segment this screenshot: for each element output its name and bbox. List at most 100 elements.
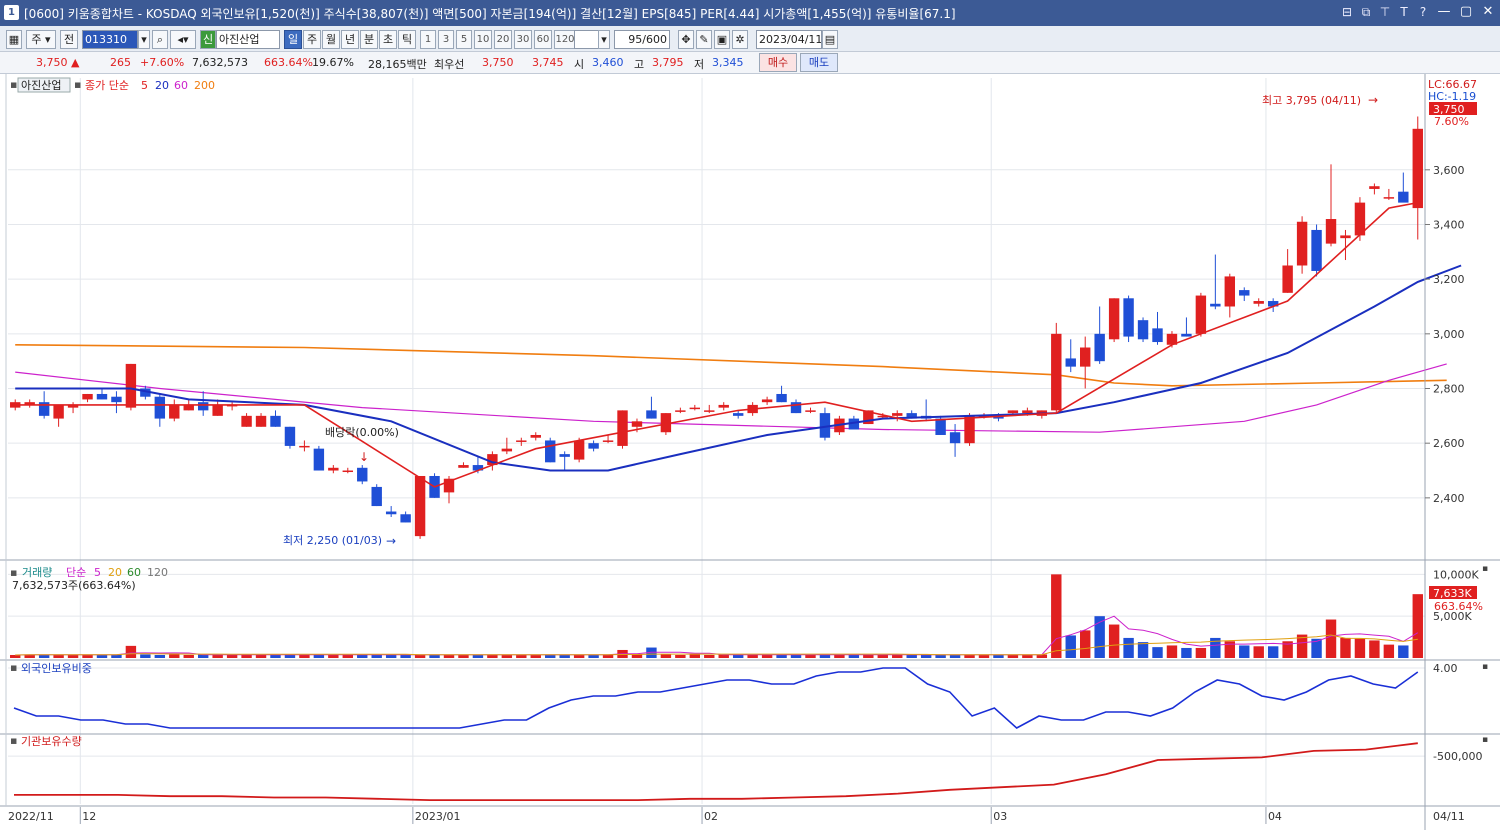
chevron-down-icon[interactable]: ▾ bbox=[138, 30, 150, 49]
candle-body-55 bbox=[805, 410, 816, 412]
save-icon[interactable]: ▣ bbox=[714, 30, 730, 49]
gear-icon[interactable]: ✲ bbox=[732, 30, 748, 49]
vol-ma5-legend[interactable]: 5 bbox=[94, 566, 101, 579]
layout-icon[interactable]: ▦ bbox=[6, 30, 22, 49]
text-icon[interactable]: T bbox=[1397, 3, 1411, 21]
unit-select[interactable]: 주 ▾ bbox=[26, 30, 56, 49]
volume-bar-62 bbox=[906, 654, 917, 658]
interval-button-20[interactable]: 20 bbox=[494, 30, 512, 49]
candle-body-91 bbox=[1325, 219, 1337, 244]
volume-bar-4 bbox=[67, 654, 79, 658]
interval-button-30[interactable]: 30 bbox=[514, 30, 532, 49]
calendar-icon[interactable]: ▤ bbox=[822, 30, 838, 49]
high-annotation: 최고 3,795 (04/11) bbox=[1262, 94, 1361, 107]
count-chevron-icon[interactable]: ▾ bbox=[598, 30, 610, 49]
period-button-6[interactable]: 틱 bbox=[398, 30, 416, 49]
chart-background bbox=[0, 74, 1500, 830]
window-icon[interactable]: ⧉ bbox=[1359, 3, 1373, 21]
institution-title[interactable]: 기관보유수량 bbox=[21, 735, 82, 748]
pane-max-icon-inst[interactable]: ▪ bbox=[1482, 735, 1488, 745]
vol-ma60-legend[interactable]: 60 bbox=[127, 566, 141, 579]
pane-max-icon-volume[interactable]: ▪ bbox=[1482, 564, 1488, 574]
volume-bar-74 bbox=[1080, 630, 1091, 658]
volume-bar-10 bbox=[154, 654, 166, 658]
interval-button-120[interactable]: 120 bbox=[554, 30, 576, 49]
volume-legend-prefix[interactable]: 단순 bbox=[66, 566, 86, 579]
volume-bar-28 bbox=[414, 654, 426, 658]
volume-current-pct: 663.64% bbox=[1434, 600, 1483, 613]
maximize-button[interactable]: ▢ bbox=[1458, 3, 1474, 21]
foreign-title[interactable]: 외국인보유비중 bbox=[21, 662, 92, 675]
ma5-legend[interactable]: 5 bbox=[141, 79, 148, 92]
candle-body-36 bbox=[530, 434, 541, 438]
interval-button-1[interactable]: 1 bbox=[420, 30, 436, 49]
period-button-5[interactable]: 초 bbox=[379, 30, 397, 49]
volume-bar-9 bbox=[140, 654, 151, 658]
candle-body-89 bbox=[1296, 221, 1308, 266]
unit-select-value: 주 bbox=[31, 33, 42, 46]
vol-ma20-legend[interactable]: 20 bbox=[108, 566, 122, 579]
ma200-legend[interactable]: 200 bbox=[194, 79, 215, 92]
minimize-button[interactable]: — bbox=[1436, 3, 1452, 21]
candle-body-52 bbox=[761, 399, 773, 403]
stock-code-input[interactable]: 013310 bbox=[82, 30, 138, 49]
stock-name-field[interactable]: 아진산업 bbox=[216, 30, 280, 49]
volume-bar-48 bbox=[704, 654, 715, 658]
volume-bar-72 bbox=[1051, 574, 1062, 658]
volume-bar-24 bbox=[357, 654, 368, 658]
period-button-3[interactable]: 년 bbox=[341, 30, 359, 49]
candle-body-34 bbox=[501, 448, 513, 452]
date-input[interactable]: 2023/04/11 bbox=[756, 30, 822, 49]
candle-body-47 bbox=[689, 407, 701, 410]
volume-bar-26 bbox=[385, 654, 397, 658]
volume-current-tag: 7,633K bbox=[1433, 587, 1472, 600]
volume-bar-14 bbox=[212, 654, 223, 658]
vol-ma120-legend[interactable]: 120 bbox=[147, 566, 168, 579]
pane-max-icon-foreign[interactable]: ▪ bbox=[1482, 662, 1488, 672]
price-change-pct: +7.60% bbox=[140, 56, 185, 69]
pin-icon[interactable]: ⊤ bbox=[1378, 3, 1392, 21]
period-button-4[interactable]: 분 bbox=[360, 30, 378, 49]
period-button-0[interactable]: 일 bbox=[284, 30, 302, 49]
sell-button[interactable]: 매도 bbox=[800, 53, 838, 72]
grid-icon[interactable]: ⊟ bbox=[1340, 3, 1354, 21]
low-arrow-icon: → bbox=[386, 534, 396, 548]
stock-chart[interactable]: 2,4002,6002,8003,0003,2003,4003,6005,000… bbox=[0, 74, 1500, 830]
buy-button[interactable]: 매수 bbox=[759, 53, 797, 72]
volume-bar-36 bbox=[530, 654, 541, 658]
candle-body-21 bbox=[313, 448, 325, 471]
candle-body-41 bbox=[602, 440, 614, 442]
candle-body-31 bbox=[458, 465, 469, 468]
candle-body-23 bbox=[342, 470, 353, 473]
volume-bar-38 bbox=[559, 654, 570, 658]
candle-body-7 bbox=[111, 396, 122, 403]
volume-bar-97 bbox=[1412, 594, 1423, 658]
interval-button-60[interactable]: 60 bbox=[534, 30, 552, 49]
open-label: 시 bbox=[574, 58, 585, 71]
settings-dot-icon[interactable]: ▪ bbox=[10, 78, 17, 91]
volume-title[interactable]: 거래량 bbox=[22, 566, 52, 579]
close-button[interactable]: ✕ bbox=[1480, 3, 1496, 21]
crosshair-icon[interactable]: ✥ bbox=[678, 30, 694, 49]
count-display[interactable]: 95/600 bbox=[614, 30, 670, 49]
candle-body-75 bbox=[1094, 333, 1105, 362]
help-icon[interactable]: ? bbox=[1416, 3, 1430, 21]
period-button-1[interactable]: 주 bbox=[303, 30, 321, 49]
tool-icon[interactable]: ✎ bbox=[696, 30, 712, 49]
volume-bar-91 bbox=[1325, 619, 1337, 658]
period-button-2[interactable]: 월 bbox=[322, 30, 340, 49]
window-number-badge[interactable]: 1 bbox=[4, 5, 19, 20]
prev-button[interactable]: 전 bbox=[60, 30, 78, 49]
search-icon[interactable]: ⌕ bbox=[152, 30, 168, 49]
ma20-legend[interactable]: 20 bbox=[155, 79, 169, 92]
speaker-icon[interactable]: ◂▾ bbox=[170, 30, 196, 49]
volume-bar-76 bbox=[1108, 624, 1120, 658]
candle-body-27 bbox=[400, 514, 411, 523]
interval-button-10[interactable]: 10 bbox=[474, 30, 492, 49]
interval-button-5[interactable]: 5 bbox=[456, 30, 472, 49]
ma60-legend[interactable]: 60 bbox=[174, 79, 188, 92]
ma-legend-prefix[interactable]: 종가 단순 bbox=[85, 79, 129, 92]
candle-body-37 bbox=[545, 440, 556, 463]
interval-button-3[interactable]: 3 bbox=[438, 30, 454, 49]
volume-bar-32 bbox=[472, 654, 484, 658]
